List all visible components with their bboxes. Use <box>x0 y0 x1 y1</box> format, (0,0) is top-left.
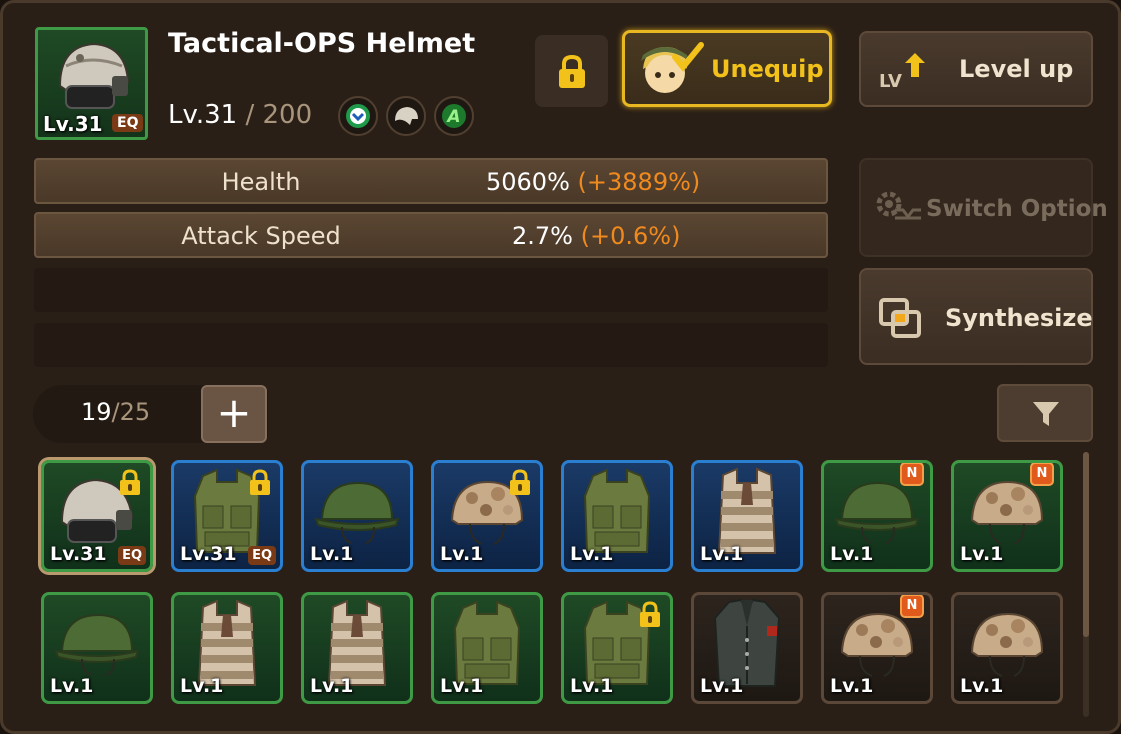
inventory-slot[interactable]: Lv.1 <box>171 592 283 704</box>
item-level-max: 200 <box>262 100 313 130</box>
stat-row-empty <box>34 323 828 367</box>
lock-icon <box>120 469 140 495</box>
grade-a-icon[interactable]: A <box>434 96 474 136</box>
item-level: Lv.31 / 200 <box>168 100 312 130</box>
slot-level: Lv.1 <box>960 675 1004 697</box>
item-level-current: Lv.31 <box>168 100 238 130</box>
equipped-tag: EQ <box>248 546 276 565</box>
level-separator: / <box>237 100 263 130</box>
level-up-icon: LV <box>879 53 925 92</box>
slot-level: Lv.1 <box>570 543 614 565</box>
slot-level: Lv.1 <box>700 543 744 565</box>
synthesize-icon <box>879 298 921 338</box>
equipped-tag: EQ <box>112 114 144 132</box>
gear-shuffle-icon <box>876 191 921 220</box>
inventory-slot[interactable]: Lv.1 <box>951 592 1063 704</box>
character-avatar-icon <box>641 42 704 93</box>
inventory-slot[interactable]: Lv.1 N <box>951 460 1063 572</box>
stat-label: Attack Speed <box>181 222 341 250</box>
synthesize-label: Synthesize <box>945 304 1093 332</box>
equipped-tag: EQ <box>118 546 146 565</box>
grade-letter: A <box>445 107 460 127</box>
switch-option-label: Switch Option <box>926 196 1108 222</box>
inventory-slot[interactable]: Lv.1 <box>561 460 673 572</box>
slot-level: Lv.1 <box>960 543 1004 565</box>
new-badge: N <box>900 463 924 486</box>
inventory-scrollbar[interactable] <box>1083 452 1089 717</box>
selected-item-icon: Lv.31 EQ <box>35 27 148 140</box>
inventory-slot[interactable]: Lv.1 <box>301 460 413 572</box>
tactical-helmet-icon <box>58 42 130 109</box>
shield-rank-icon[interactable] <box>338 96 378 136</box>
camo-helmet-icon <box>962 608 1052 684</box>
inventory-count: 19/25 + <box>33 385 268 443</box>
inventory-slot[interactable]: Lv.1 <box>691 460 803 572</box>
slot-level: Lv.1 <box>700 675 744 697</box>
stat-label: Health <box>221 168 301 196</box>
stat-row-health: Health 5060% (+3889%) <box>34 158 828 204</box>
slot-level: Lv.31 <box>50 543 107 565</box>
inventory-slot[interactable]: Lv.1 N <box>821 592 933 704</box>
filter-button[interactable] <box>997 384 1093 442</box>
slot-level: Lv.1 <box>310 543 354 565</box>
filter-icon <box>1033 402 1059 426</box>
green-helmet-icon <box>832 477 922 551</box>
inventory-slot[interactable]: Lv.1 <box>691 592 803 704</box>
inventory-slot[interactable]: Lv.1 <box>41 592 153 704</box>
level-up-label: Level up <box>959 55 1074 83</box>
item-level-badge: Lv.31 <box>43 112 103 136</box>
inventory-slot[interactable]: Lv.31 EQ <box>41 460 153 572</box>
switch-option-button[interactable]: Switch Option <box>859 158 1108 257</box>
lock-button[interactable] <box>535 35 608 107</box>
slot-level: Lv.1 <box>180 675 224 697</box>
slot-level: Lv.1 <box>570 675 614 697</box>
lock-icon <box>510 469 530 495</box>
unequip-label: Unequip <box>711 55 824 83</box>
slot-level: Lv.1 <box>50 675 94 697</box>
green-helmet-icon <box>52 609 142 683</box>
slot-level: Lv.1 <box>830 543 874 565</box>
stat-row-empty <box>34 268 828 312</box>
lock-icon <box>640 601 660 627</box>
inventory-slot[interactable]: Lv.1 <box>431 460 543 572</box>
synthesize-button[interactable]: Synthesize <box>859 268 1093 365</box>
inventory-slot[interactable]: Lv.1 <box>431 592 543 704</box>
stat-row-attack-speed: Attack Speed 2.7% (+0.6%) <box>34 212 828 258</box>
inventory-slot[interactable]: Lv.1 <box>301 592 413 704</box>
item-name: Tactical-OPS Helmet <box>168 28 476 59</box>
inventory-slot[interactable]: Lv.1 N <box>821 460 933 572</box>
helmet-type-icon[interactable] <box>386 96 426 136</box>
expand-inventory-button[interactable]: + <box>201 385 267 443</box>
new-badge: N <box>900 595 924 618</box>
lock-icon <box>559 54 585 88</box>
stat-value: 5060% (+3889%) <box>486 168 701 196</box>
new-badge: N <box>1030 463 1054 486</box>
stat-value: 2.7% (+0.6%) <box>512 222 681 250</box>
slot-level: Lv.31 <box>180 543 237 565</box>
slot-level: Lv.1 <box>310 675 354 697</box>
camo-helmet-icon <box>962 476 1052 552</box>
inventory-count-text: 19/25 <box>81 398 151 426</box>
lock-icon <box>250 469 270 495</box>
camo-helmet-icon <box>832 608 922 684</box>
level-up-button[interactable]: LV Level up <box>859 31 1093 107</box>
scrollbar-thumb[interactable] <box>1083 452 1089 637</box>
svg-text:LV: LV <box>879 71 902 92</box>
slot-level: Lv.1 <box>440 675 484 697</box>
unequip-button[interactable]: Unequip <box>622 30 832 107</box>
inventory-slot[interactable]: Lv.31 EQ <box>171 460 283 572</box>
stat-bonus: (+3889%) <box>577 168 701 196</box>
slot-level: Lv.1 <box>830 675 874 697</box>
slot-level: Lv.1 <box>440 543 484 565</box>
stat-bonus: (+0.6%) <box>580 222 681 250</box>
green-helmet-icon <box>312 477 402 551</box>
inventory-slot[interactable]: Lv.1 <box>561 592 673 704</box>
